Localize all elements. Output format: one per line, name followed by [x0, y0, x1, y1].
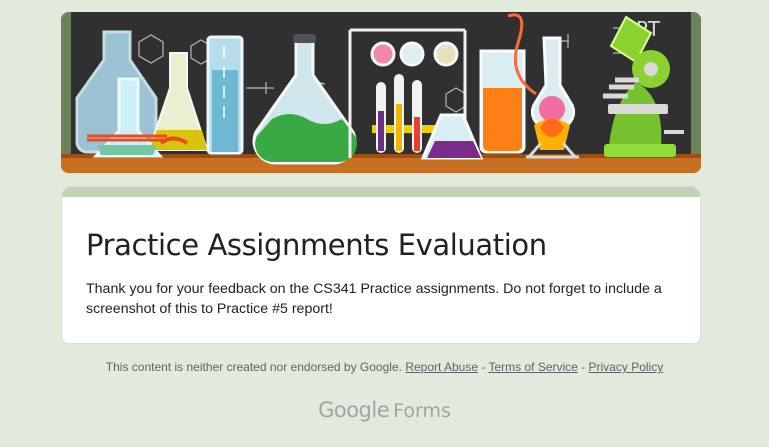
footer-separator: - [478, 360, 489, 374]
measuring-cylinder [206, 35, 244, 155]
privacy-policy-link[interactable]: Privacy Policy [589, 360, 664, 374]
google-forms-logo[interactable]: Google Forms [0, 396, 769, 427]
forms-logo-text: Forms [393, 400, 451, 422]
report-abuse-link[interactable]: Report Abuse [405, 360, 478, 374]
google-logo-text: Google [318, 398, 390, 422]
card-accent-bar [62, 187, 700, 197]
form-title: Practice Assignments Evaluation [86, 228, 547, 262]
footer-disclaimer: This content is neither created nor endo… [0, 358, 769, 376]
footer-separator: - [577, 360, 589, 374]
banner-illustration: -40C 3PT M [61, 12, 701, 173]
header-banner: -40C 3PT M [61, 12, 701, 173]
form-header-card: Practice Assignments Evaluation Thank yo… [61, 186, 701, 344]
footer-disclaimer-text: This content is neither created nor endo… [105, 360, 402, 374]
form-description: Thank you for your feedback on the CS341… [86, 281, 662, 317]
terms-of-service-link[interactable]: Terms of Service [488, 360, 577, 374]
